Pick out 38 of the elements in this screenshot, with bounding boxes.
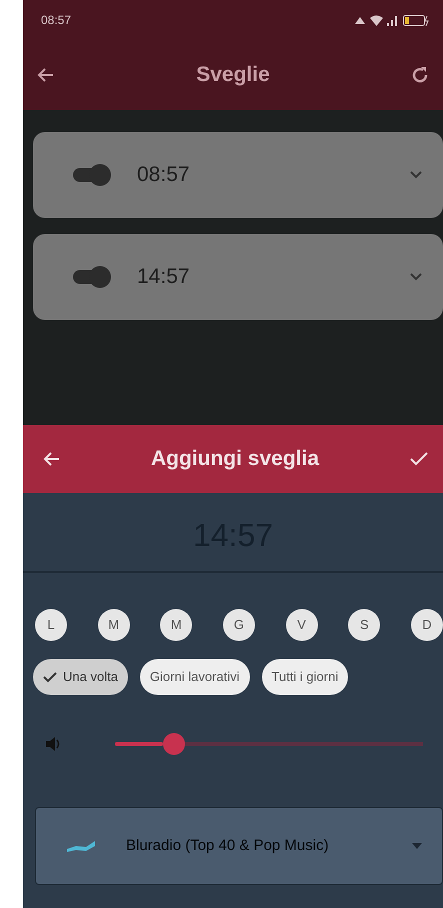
back-button[interactable]	[37, 66, 55, 84]
sheet-title: Aggiungi sveglia	[150, 446, 320, 472]
repeat-chip[interactable]: Giorni lavorativi	[140, 659, 250, 695]
day-toggle[interactable]: M	[160, 609, 192, 641]
alarm-time: 08:57	[137, 162, 191, 188]
station-logo-icon	[66, 839, 96, 853]
day-toggle[interactable]: V	[286, 609, 318, 641]
battery-icon	[403, 14, 429, 26]
screen-title: Sveglie	[196, 62, 270, 88]
slider-fill	[115, 742, 163, 746]
slider-thumb[interactable]	[162, 733, 185, 755]
expand-chevron-icon[interactable]	[409, 272, 423, 282]
speaker-icon	[45, 736, 61, 752]
day-toggle[interactable]: M	[98, 609, 130, 641]
repeat-chip[interactable]: Una volta	[33, 659, 128, 695]
day-toggle[interactable]: S	[348, 609, 380, 641]
refresh-icon	[410, 66, 429, 84]
back-icon	[37, 66, 55, 84]
day-toggle[interactable]: L	[35, 609, 67, 641]
check-icon	[43, 672, 57, 682]
toggle-switch[interactable]	[71, 162, 113, 188]
back-icon	[43, 450, 61, 468]
dropdown-caret-icon	[412, 843, 422, 849]
status-time: 08:57	[41, 12, 72, 29]
signal-icon	[387, 14, 399, 26]
check-icon	[409, 451, 429, 467]
toggle-switch[interactable]	[71, 264, 113, 290]
alarm-card[interactable]: 14:57	[33, 234, 443, 320]
expand-chevron-icon[interactable]	[409, 170, 423, 180]
alarm-time: 14:57	[137, 264, 191, 290]
day-toggle[interactable]: G	[222, 609, 255, 641]
confirm-button[interactable]	[409, 451, 429, 467]
day-toggle[interactable]: D	[410, 609, 443, 641]
repeat-chip[interactable]: Tutti i giorni	[262, 659, 348, 695]
wifi-icon	[370, 14, 383, 26]
back-button[interactable]	[43, 450, 61, 468]
refresh-button[interactable]	[410, 66, 429, 84]
alarm-card[interactable]: 08:57	[33, 132, 443, 218]
